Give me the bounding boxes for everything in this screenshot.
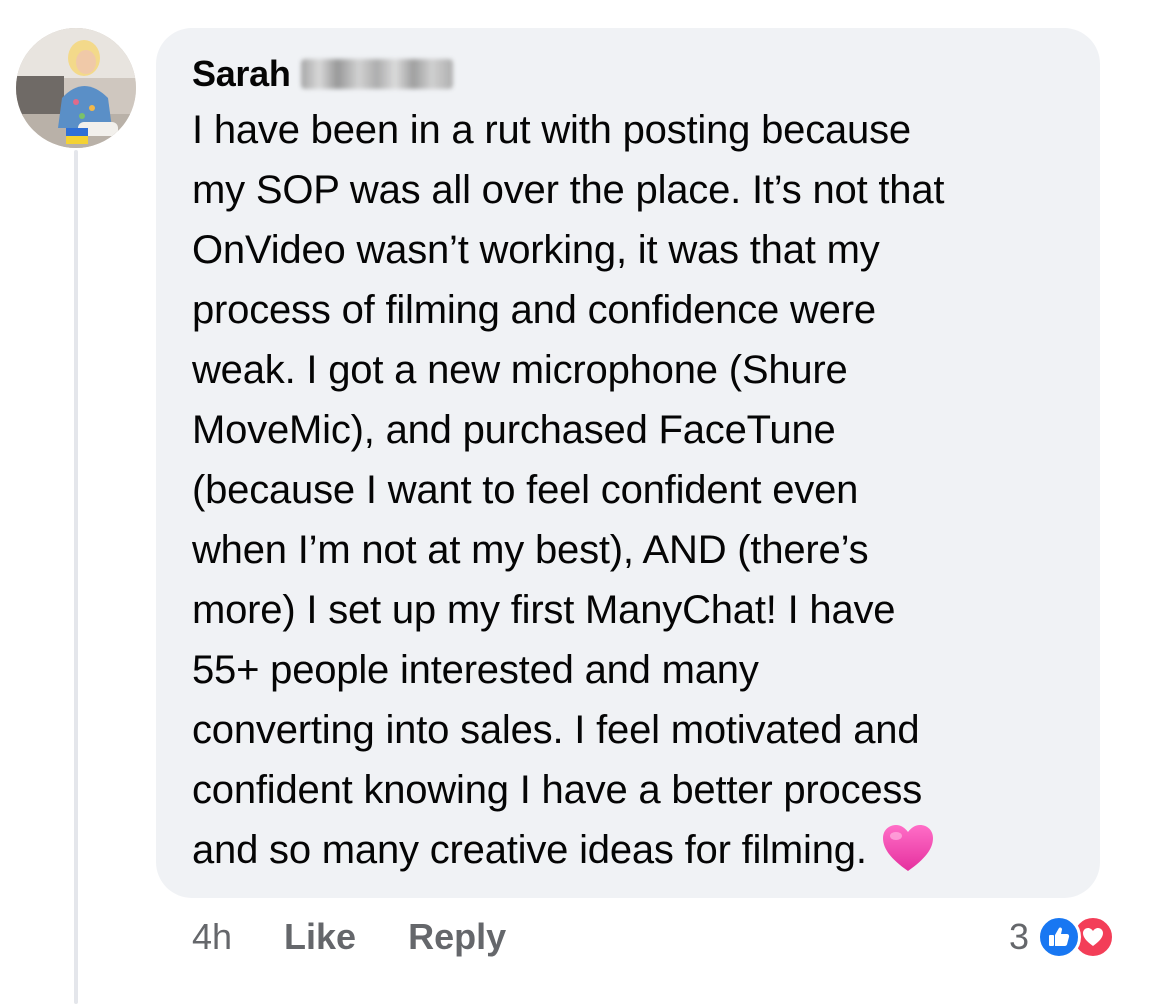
comment-line: confident knowing I have a better proces… [192, 768, 923, 812]
comment-text-plain: . I feel motivated and [552, 708, 920, 752]
comment-footer: 4h Like Reply [192, 912, 506, 962]
comment-line: 55+ people interested and many [192, 640, 1092, 700]
comment-text-plain: and so many creative ideas for filming. [192, 828, 867, 872]
highlighted-text: converting into sales [192, 708, 553, 756]
pink-heart-icon [881, 823, 935, 873]
comment-line: and so many creative ideas for filming. [192, 820, 1092, 880]
comment-line: my SOP was all over the place. It’s not … [192, 168, 945, 212]
comment-line: more) I set up my first ManyChat! I have [192, 580, 1092, 640]
comment-line: OnVideo wasn’t working, it was that my [192, 228, 880, 272]
comment-body: I have been in a rut with posting becaus… [192, 100, 1092, 880]
comment-line: converting into sales. I feel motivated … [192, 700, 1092, 760]
reaction-summary[interactable]: 3 [1009, 912, 1115, 962]
comment-line: MoveMic), and purchased FaceTune [192, 408, 836, 452]
comment-text-plain: more) [192, 588, 307, 632]
redacted-surname [300, 59, 453, 89]
reaction-count: 3 [1008, 916, 1029, 957]
thread-connector-line [74, 150, 78, 1004]
comment-line: (because I want to feel confident even [192, 468, 859, 512]
author-name[interactable]: Sarah [192, 53, 291, 95]
comment-line: when I’m not at my best), AND (there’s [192, 528, 869, 572]
comment-header: Sarah [192, 52, 453, 96]
like-button[interactable]: Like [284, 916, 356, 958]
comment-line: process of filming and confidence were [192, 288, 876, 332]
timestamp[interactable]: 4h [192, 916, 232, 958]
highlighted-text: I set up my first ManyChat! I have [306, 588, 896, 636]
reply-button[interactable]: Reply [408, 916, 506, 958]
comment-line: I have been in a rut with posting becaus… [192, 108, 911, 152]
highlighted-text: 55+ people interested and many [192, 648, 759, 696]
thumbs-up-icon [1037, 915, 1081, 959]
avatar[interactable] [16, 28, 136, 148]
comment-line: weak. I got a new microphone (Shure [192, 348, 848, 392]
comment-thread: Sarah I have been in a rut with posting … [0, 0, 1151, 1004]
